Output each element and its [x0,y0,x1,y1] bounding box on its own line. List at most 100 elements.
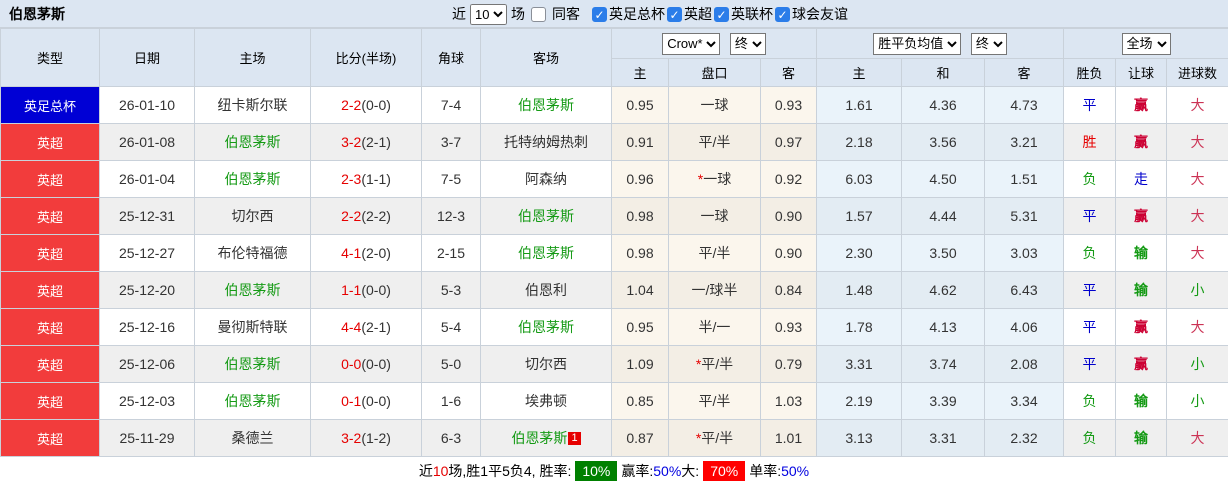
avg-type-select[interactable]: 胜平负均值 [873,32,962,55]
fulltime-score: 2-3 [341,171,362,187]
league-badge: 英超 [36,357,63,373]
table-row: 英足总杯 26-01-10 纽卡斯尔联 2-2(0-0) 7-4 伯恩茅斯 0.… [0,86,1228,124]
cell-avg-draw: 4.44 [901,197,985,235]
cell-result: 负 [1063,234,1116,272]
league-badge: 英超 [36,135,63,151]
cell-score: 1-1(0-0) [310,271,422,309]
cell-home-team: 曼彻斯特联 [194,308,311,346]
halftime-score: (1-2) [361,430,391,446]
table-row: 英超 25-12-06 伯恩茅斯 0-0(0-0) 5-0 切尔西 1.09 *… [0,345,1228,383]
matches-table: 类型 日期 主场 比分(半场) 角球 客场 Crow* 终 胜平负均值 终 全场… [0,28,1228,457]
away-team-name: 切尔西 [525,356,567,372]
away-team-name: 伯恩茅斯 [518,319,574,335]
result-text: 负 [1082,245,1097,261]
result-text: 平 [1082,319,1097,335]
result-text: 平 [1082,282,1097,298]
handicap-name: 一球 [700,208,729,224]
table-row: 英超 25-12-16 曼彻斯特联 4-4(2-1) 5-4 伯恩茅斯 0.95… [0,308,1228,346]
cell-handicap-home-odds: 1.09 [611,345,669,383]
col-handicap-home: 主 [611,58,669,87]
home-team-name: 伯恩茅斯 [224,393,281,409]
halftime-score: (2-1) [361,134,391,150]
away-team-name: 伯恩茅斯 [518,97,574,113]
cell-handicap-name: 平/半 [668,382,761,420]
halftime-score: (1-1) [361,171,391,187]
checkbox-icon[interactable]: ✓ [714,6,729,22]
league-filter-label: 英足总杯 [609,6,665,22]
cell-avg-home: 2.19 [816,382,902,420]
cell-handicap-result: 赢 [1115,123,1167,161]
cell-away-team: 伯恩茅斯 [480,197,612,235]
goals-result-text: 大 [1190,208,1205,224]
cell-score: 3-2(1-2) [310,419,422,457]
cell-score: 4-4(2-1) [310,308,422,346]
cell-avg-away: 3.21 [984,123,1064,161]
same-opponent-checkbox[interactable] [531,6,546,22]
result-text: 平 [1082,356,1097,372]
goals-result-text: 小 [1190,393,1205,409]
cell-home-team: 伯恩茅斯 [194,271,311,309]
scope-select[interactable]: 全场 [1121,32,1171,55]
cell-home-team: 伯恩茅斯 [194,123,311,161]
handicap-dropdown-group: Crow* 终 [611,28,817,59]
cell-league: 英超 [0,160,100,198]
avg-state-select[interactable]: 终 [970,32,1007,55]
cell-date: 25-12-06 [99,345,195,383]
cell-corners: 7-5 [421,160,481,198]
cell-corners: 5-3 [421,271,481,309]
home-team-name: 桑德兰 [231,430,274,446]
checkbox-icon[interactable]: ✓ [592,6,607,22]
halftime-score: (2-1) [361,319,391,335]
matches-tbody: 英足总杯 26-01-10 纽卡斯尔联 2-2(0-0) 7-4 伯恩茅斯 0.… [0,86,1228,457]
cell-score: 0-1(0-0) [310,382,422,420]
league-filter[interactable]: ✓ 英联杯 [712,4,773,24]
games-count-select[interactable]: 10 [470,3,507,25]
checkbox-icon[interactable]: ✓ [667,6,682,22]
handicap-name: 半/一 [698,319,731,335]
league-filter[interactable]: ✓ 球会友谊 [773,4,848,24]
cell-handicap-name: 一球 [668,197,761,235]
cell-handicap-name: *一球 [668,160,761,198]
league-filter[interactable]: ✓ 英超 [665,4,712,24]
odds-state-select[interactable]: 终 [729,32,766,55]
cell-league: 英超 [0,419,100,457]
header-dropdown-row: 类型 日期 主场 比分(半场) 角球 客场 Crow* 终 胜平负均值 终 全场 [0,28,1228,87]
cell-avg-home: 6.03 [816,160,902,198]
cell-handicap-name: 一/球半 [668,271,761,309]
summary-segment: 赢率: [621,463,654,479]
halftime-score: (2-0) [361,245,391,261]
cell-league: 英足总杯 [0,86,100,124]
cell-goals-result: 大 [1165,234,1228,272]
goals-result-text: 小 [1190,356,1205,372]
cell-date: 26-01-08 [99,123,195,161]
cell-score: 2-2(0-0) [310,86,422,124]
halftime-score: (0-0) [361,282,391,298]
cell-handicap-home-odds: 0.95 [611,86,669,124]
rank-badge: 1 [568,432,581,445]
odds-company-select[interactable]: Crow* [662,32,721,55]
col-handicap: 盘口 [668,58,761,87]
cell-result: 平 [1063,271,1116,309]
cell-league: 英超 [0,308,100,346]
league-badge: 英足总杯 [23,98,76,114]
cell-goals-result: 大 [1165,123,1228,161]
league-filter[interactable]: ✓ 英足总杯 [590,4,665,24]
cell-corners: 6-3 [421,419,481,457]
cell-avg-home: 2.18 [816,123,902,161]
cell-date: 26-01-10 [99,86,195,124]
home-team-name: 纽卡斯尔联 [217,97,288,113]
handicap-name: 一/球半 [691,282,738,298]
cell-handicap-result: 赢 [1115,86,1167,124]
scope-dropdown-group: 全场 [1062,28,1228,59]
cell-corners: 1-6 [421,382,481,420]
cell-result: 负 [1063,419,1116,457]
checkbox-icon[interactable]: ✓ [775,6,790,22]
cell-avg-draw: 4.50 [901,160,985,198]
games-label: 场 [511,6,525,22]
handicap-result-text: 赢 [1134,356,1148,372]
goals-result-text: 小 [1190,282,1205,298]
result-text: 负 [1082,171,1097,187]
home-team-name: 伯恩茅斯 [224,171,281,187]
cell-date: 25-12-31 [99,197,195,235]
cell-avg-away: 2.32 [984,419,1064,457]
